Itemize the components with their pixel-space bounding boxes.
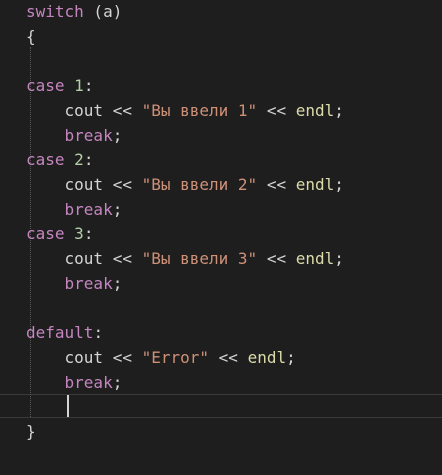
- code-line-content: cout << "Вы ввели 2" << endl;: [26, 173, 344, 198]
- code-token: case: [26, 224, 65, 244]
- code-line[interactable]: [0, 296, 442, 321]
- code-line[interactable]: cout << "Вы ввели 1" << endl;: [0, 99, 442, 124]
- code-token: default: [26, 323, 94, 343]
- code-line[interactable]: }: [0, 420, 442, 445]
- code-token: ;: [334, 100, 344, 120]
- code-token: :: [83, 224, 94, 244]
- code-token: break: [64, 125, 113, 145]
- code-token: <<: [103, 249, 142, 268]
- code-token: 3: [74, 224, 84, 244]
- code-token: :: [83, 150, 94, 170]
- code-line[interactable]: break;: [0, 272, 442, 297]
- code-line[interactable]: {: [0, 25, 442, 50]
- code-token: ;: [112, 372, 123, 392]
- code-line-content: case 1:: [26, 74, 93, 99]
- code-line[interactable]: case 1:: [0, 74, 442, 99]
- code-token: "Вы ввели 2": [141, 174, 258, 194]
- code-line[interactable]: cout << "Error" << endl;: [0, 346, 442, 371]
- code-token: 2: [74, 150, 84, 170]
- code-token: <<: [103, 347, 142, 367]
- code-line[interactable]: case 2:: [0, 148, 442, 173]
- code-token: ;: [334, 249, 344, 268]
- code-token: ;: [286, 347, 296, 367]
- code-token: <<: [103, 174, 142, 194]
- code-line-content: break;: [26, 198, 123, 223]
- code-token: case: [26, 76, 65, 96]
- code-line[interactable]: default:: [0, 321, 442, 346]
- code-token: switch: [26, 2, 84, 21]
- code-line-content: cout << "Error" << endl;: [26, 346, 296, 371]
- code-token: ;: [112, 125, 123, 145]
- code-line[interactable]: [0, 49, 442, 74]
- code-line[interactable]: break;: [0, 371, 442, 396]
- code-line-content: }: [26, 420, 36, 445]
- code-token: "Вы ввели 1": [141, 100, 258, 120]
- code-line[interactable]: break;: [0, 124, 442, 149]
- code-line[interactable]: cout << "Вы ввели 2" << endl;: [0, 173, 442, 198]
- code-line-content: {: [26, 25, 36, 50]
- code-token: ;: [112, 273, 123, 293]
- code-line-content: default:: [26, 321, 103, 346]
- code-line-content: break;: [26, 272, 123, 297]
- code-token: endl: [295, 100, 335, 120]
- code-token: {: [26, 26, 36, 46]
- code-token: (: [83, 2, 104, 21]
- code-line[interactable]: case 3:: [0, 222, 442, 247]
- code-editor[interactable]: switch (a){case 1: cout << "Вы ввели 1" …: [0, 0, 442, 475]
- code-line[interactable]: cout << "Вы ввели 3" << endl;: [0, 247, 442, 272]
- code-token: endl: [295, 249, 335, 268]
- code-token: "Вы ввели 3": [141, 249, 258, 268]
- code-token: break: [64, 199, 113, 219]
- code-line-content: cout << "Вы ввели 1" << endl;: [26, 99, 344, 124]
- code-token: cout: [64, 249, 104, 268]
- code-line-content: break;: [26, 124, 123, 149]
- code-line-content: switch (a): [26, 0, 122, 25]
- code-token: cout: [64, 174, 104, 194]
- text-cursor: [67, 395, 69, 417]
- code-line-content: case 3:: [26, 222, 93, 247]
- code-token: cout: [64, 100, 104, 120]
- code-token: <<: [257, 174, 296, 194]
- code-token: 1: [74, 76, 84, 96]
- code-line[interactable]: switch (a): [0, 0, 442, 25]
- code-line[interactable]: break;: [0, 198, 442, 223]
- code-token: a: [103, 2, 113, 21]
- code-line-content: cout << "Вы ввели 3" << endl;: [26, 247, 344, 272]
- code-token: endl: [247, 347, 287, 367]
- code-line-content: case 2:: [26, 148, 93, 173]
- code-token: ;: [112, 199, 123, 219]
- code-token: <<: [209, 347, 248, 367]
- code-token: <<: [103, 100, 142, 120]
- code-token: :: [93, 323, 104, 343]
- code-line-content: break;: [26, 371, 123, 396]
- code-token: case: [26, 150, 65, 170]
- code-token: :: [83, 76, 94, 96]
- code-token: <<: [257, 100, 296, 120]
- code-token: endl: [295, 174, 335, 194]
- code-token: }: [26, 421, 36, 441]
- code-token: cout: [64, 347, 104, 367]
- code-token: ;: [334, 174, 344, 194]
- code-token: break: [64, 372, 113, 392]
- code-token: ): [112, 2, 123, 21]
- code-token: "Error": [141, 347, 210, 367]
- code-token: <<: [257, 249, 296, 268]
- code-token: break: [64, 273, 113, 293]
